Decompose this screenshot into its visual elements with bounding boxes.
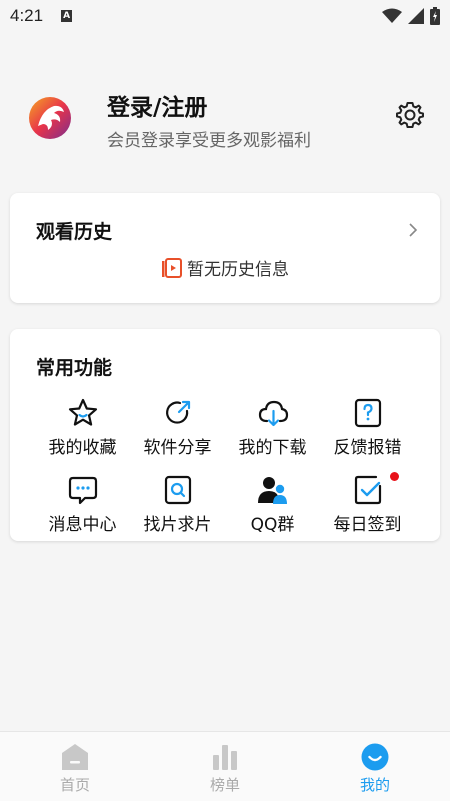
history-book-icon <box>162 257 182 278</box>
status-icons <box>382 7 440 25</box>
nav-home[interactable]: 首页 <box>0 732 150 801</box>
history-card[interactable]: 观看历史 暂无历史信息 <box>10 193 440 303</box>
nav-ranking-label: 榜单 <box>209 776 240 794</box>
nav-mine[interactable]: 我的 <box>300 732 450 801</box>
functions-grid: 我的收藏 软件分享 我的下载 反馈报错 消息中心 找片求片 QQ群 每日签到 <box>10 397 440 535</box>
checkin-icon <box>354 475 381 505</box>
feedback-button[interactable]: 反馈报错 <box>320 397 415 458</box>
checkin-label: 每日签到 <box>333 515 402 535</box>
history-empty-text: 暂无历史信息 <box>187 260 289 280</box>
favorites-label: 我的收藏 <box>48 438 117 458</box>
messages-button[interactable]: 消息中心 <box>35 474 130 535</box>
history-title: 观看历史 <box>36 221 113 243</box>
messages-label: 消息中心 <box>48 515 117 535</box>
login-subtitle: 会员登录享受更多观影福利 <box>107 131 311 151</box>
bottom-nav: 首页 榜单 我的 <box>0 731 450 801</box>
share-app-label: 软件分享 <box>143 438 212 458</box>
history-empty: 暂无历史信息 <box>10 255 440 280</box>
cloud-download-icon <box>258 400 288 427</box>
login-register-title[interactable]: 登录/注册 <box>107 88 207 122</box>
checkin-button[interactable]: 每日签到 <box>320 472 415 535</box>
qq-group-label: QQ群 <box>250 515 295 535</box>
downloads-button[interactable]: 我的下载 <box>225 397 320 458</box>
favorites-button[interactable]: 我的收藏 <box>35 397 130 458</box>
chart-icon <box>213 745 237 770</box>
share-app-button[interactable]: 软件分享 <box>130 397 225 458</box>
downloads-label: 我的下载 <box>238 438 307 458</box>
smile-icon <box>361 743 389 771</box>
gear-icon[interactable] <box>394 99 426 131</box>
message-icon <box>68 476 97 505</box>
qq-group-button[interactable]: QQ群 <box>225 474 320 535</box>
wifi-icon <box>382 8 402 23</box>
feedback-label: 反馈报错 <box>333 438 402 458</box>
status-bar: 4:21 A <box>0 0 450 32</box>
request-movie-button[interactable]: 找片求片 <box>130 474 225 535</box>
star-icon <box>68 398 97 426</box>
share-icon <box>165 400 190 424</box>
profile-header[interactable]: 登录/注册 会员登录享受更多观影福利 <box>0 80 450 160</box>
request-movie-label: 找片求片 <box>143 515 212 535</box>
search-icon <box>164 475 191 505</box>
functions-title: 常用功能 <box>36 357 113 379</box>
nav-home-label: 首页 <box>59 776 90 794</box>
question-icon <box>354 398 381 428</box>
signal-icon <box>408 8 424 24</box>
home-icon <box>62 744 88 770</box>
nav-mine-label: 我的 <box>359 776 390 794</box>
checkin-badge-dot <box>390 472 399 481</box>
group-icon <box>257 477 287 504</box>
battery-icon <box>430 7 440 25</box>
nav-ranking[interactable]: 榜单 <box>150 732 300 801</box>
status-time: 4:21 <box>10 6 44 25</box>
notification-icon: A <box>61 10 73 22</box>
functions-card: 常用功能 我的收藏 软件分享 我的下载 反馈报错 消息中心 找片求片 QQ群 每… <box>10 329 440 541</box>
avatar[interactable] <box>28 96 72 140</box>
chevron-right-icon[interactable] <box>408 223 418 237</box>
